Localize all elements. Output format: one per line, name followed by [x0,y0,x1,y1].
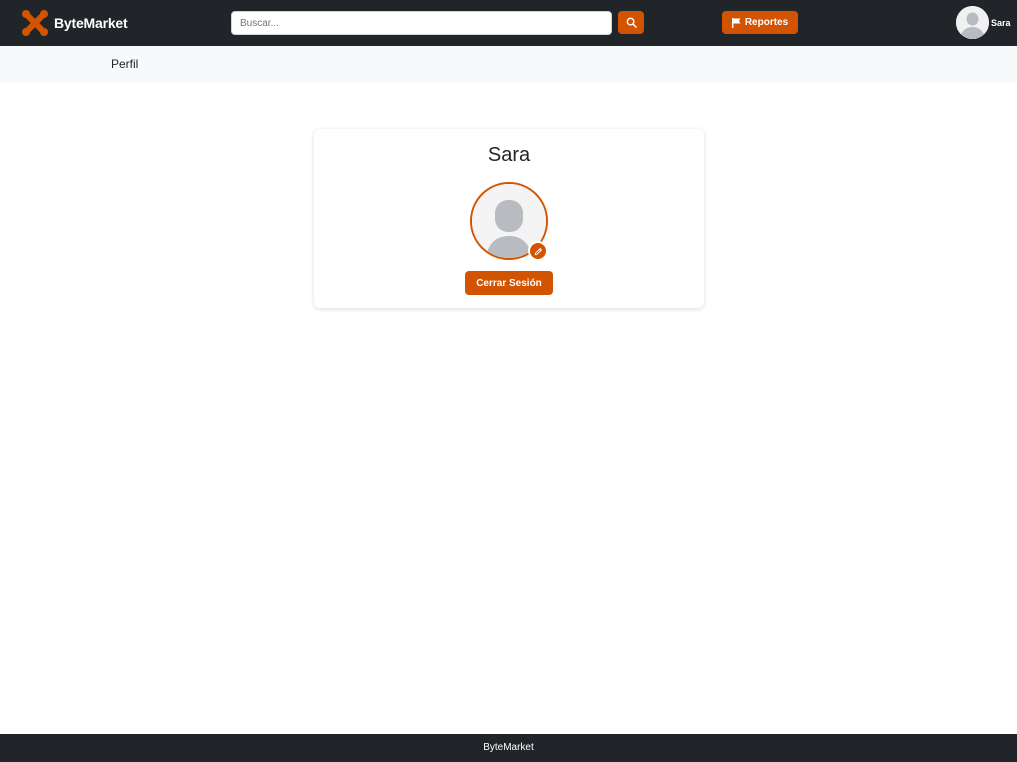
avatar [956,6,989,39]
profile-avatar-wrapper [470,182,548,261]
search-icon [626,17,637,28]
brand-name: ByteMarket [54,15,128,31]
pencil-icon [534,247,542,255]
x-logo-icon [22,10,48,36]
logout-button[interactable]: Cerrar Sesión [465,271,553,295]
user-avatar-icon [956,6,989,39]
edit-avatar-button[interactable] [528,241,548,261]
user-menu[interactable]: Sara [956,6,1011,39]
brand-link[interactable]: ByteMarket [22,9,128,37]
profile-name: Sara [487,144,531,166]
top-navbar: ByteMarket Reportes Sara [0,0,1017,46]
footer: ByteMarket [0,734,1017,762]
search-input[interactable] [231,11,612,35]
flag-icon [731,17,741,28]
user-name: Sara [991,17,1011,28]
page-subheader: Perfil [0,46,1017,82]
page-title: Perfil [111,57,139,71]
profile-card: Sara Cerrar Sesión [314,129,704,308]
footer-text: ByteMarket [483,742,534,753]
reportes-button[interactable]: Reportes [722,11,798,34]
search-button[interactable] [618,11,644,34]
reportes-label: Reportes [744,17,789,28]
